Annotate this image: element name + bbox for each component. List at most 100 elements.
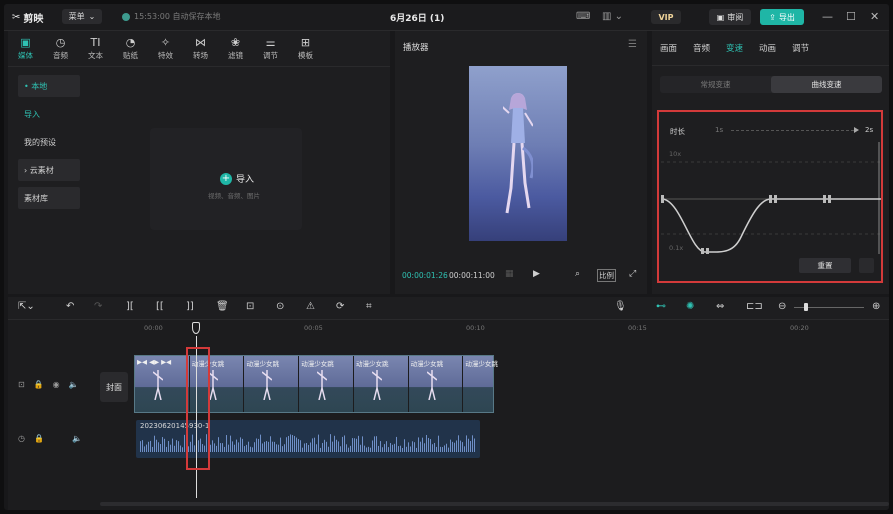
split-right-icon[interactable]: ]] bbox=[186, 301, 194, 312]
clip-segment[interactable]: 动漫少女跳 bbox=[353, 356, 409, 412]
crop-icon[interactable]: ⌗ bbox=[366, 301, 372, 312]
tab-filter[interactable]: ❀ 滤镜 bbox=[218, 31, 253, 66]
export-icon: ⇪ bbox=[769, 12, 776, 22]
volume-icon[interactable]: 🔈 bbox=[72, 434, 82, 443]
select-cursor-icon[interactable]: ⇱⌄ bbox=[18, 301, 35, 312]
waveform-bar bbox=[252, 447, 253, 452]
duration-slider[interactable] bbox=[731, 130, 854, 131]
preview-axis-icon[interactable]: ⊏⊐ bbox=[746, 301, 763, 312]
speed-curve[interactable] bbox=[661, 142, 881, 254]
reverse-icon[interactable]: ⊙ bbox=[276, 301, 284, 312]
close-icon[interactable]: ✕ bbox=[870, 10, 879, 23]
tab-speed[interactable]: 变速 bbox=[718, 31, 751, 65]
zoom-in-icon[interactable]: ⊕ bbox=[872, 301, 880, 312]
media-side-nav: • 本地 导入 我的预设 › 云素材 素材库 bbox=[18, 75, 80, 215]
waveform-bar bbox=[154, 435, 155, 452]
volume-icon[interactable]: 🔈 bbox=[69, 380, 79, 389]
waveform-bar bbox=[434, 442, 435, 452]
tab-animation[interactable]: 动画 bbox=[751, 31, 784, 65]
time-ruler[interactable]: 00:00 00:05 00:10 00:15 00:20 bbox=[100, 320, 889, 336]
lock-icon[interactable]: 🔒 bbox=[34, 434, 44, 443]
audio-icon: ◷ bbox=[55, 35, 66, 49]
tab-transition[interactable]: ⋈ 转场 bbox=[183, 31, 218, 66]
cover-button[interactable]: 封面 bbox=[100, 372, 128, 402]
split-icon[interactable]: ][ bbox=[126, 301, 134, 312]
waveform-bar bbox=[140, 441, 141, 452]
waveform-bar bbox=[282, 446, 283, 452]
import-button[interactable]: + 导入 bbox=[220, 172, 254, 185]
redo-icon[interactable]: ↷ bbox=[94, 301, 102, 312]
vip-badge[interactable]: VIP bbox=[651, 10, 681, 24]
zoom-slider-handle[interactable] bbox=[804, 303, 808, 311]
curve-speed-option[interactable]: 曲线变速 bbox=[771, 76, 882, 93]
tab-adjust-props[interactable]: 调节 bbox=[784, 31, 817, 65]
clip-segment[interactable]: 动漫少女跳 bbox=[244, 356, 300, 412]
grid-icon[interactable]: ▦ bbox=[505, 269, 514, 279]
microphone-icon[interactable]: 🎙 bbox=[614, 301, 627, 312]
tab-audio[interactable]: ◷ 音频 bbox=[43, 31, 78, 66]
tab-audio-props[interactable]: 音频 bbox=[685, 31, 718, 65]
eye-icon[interactable]: ◉ bbox=[53, 380, 60, 389]
review-button[interactable]: ▣ 审阅 bbox=[709, 9, 751, 25]
keyframe-button[interactable] bbox=[859, 258, 874, 273]
tab-label: 媒体 bbox=[18, 50, 33, 60]
sticker-icon: ◔ bbox=[125, 35, 136, 49]
nav-library[interactable]: 素材库 bbox=[18, 187, 80, 209]
split-left-icon[interactable]: [[ bbox=[156, 301, 164, 312]
maximize-icon[interactable]: ☐ bbox=[846, 10, 856, 23]
clip-segment[interactable]: 动漫少女跳 bbox=[299, 356, 354, 412]
fullscreen-icon[interactable]: ⤢ bbox=[629, 269, 636, 279]
mirror-icon[interactable]: ⚠ bbox=[306, 301, 315, 312]
waveform-bar bbox=[176, 440, 177, 452]
undo-icon[interactable]: ↶ bbox=[66, 301, 74, 312]
video-preview bbox=[469, 66, 567, 241]
lock-icon[interactable]: 🔒 bbox=[34, 380, 44, 389]
waveform-bar bbox=[360, 444, 361, 452]
horizontal-scrollbar[interactable] bbox=[100, 502, 889, 506]
tab-text[interactable]: TI 文本 bbox=[78, 31, 113, 66]
clip-segment[interactable]: 动漫少女跳 bbox=[463, 356, 498, 412]
tab-template[interactable]: ⊞ 模板 bbox=[288, 31, 323, 66]
main-track-magnet-icon[interactable]: ⊷ bbox=[656, 301, 666, 312]
reset-button[interactable]: 重置 bbox=[799, 258, 851, 273]
curve-point[interactable] bbox=[661, 195, 831, 254]
clip-segment[interactable]: ▶◀ ◀▶ ▶◀ bbox=[135, 356, 190, 412]
normal-speed-option[interactable]: 常规变速 bbox=[660, 76, 771, 93]
nav-cloud[interactable]: › 云素材 bbox=[18, 159, 80, 181]
tab-adjust[interactable]: ⚌ 调节 bbox=[253, 31, 288, 66]
app-window: ✂ 剪映 菜单 ⌄ 15:53:00 自动保存本地 6月26日 (1) ⌨ ▥ … bbox=[4, 4, 889, 510]
rotate-icon[interactable]: ⟳ bbox=[336, 301, 344, 312]
freeze-icon[interactable]: ⊡ bbox=[246, 301, 254, 312]
auto-snap-icon[interactable]: ✺ bbox=[686, 301, 694, 312]
waveform-bar bbox=[466, 435, 467, 452]
nav-local[interactable]: • 本地 bbox=[18, 75, 80, 97]
tab-effects[interactable]: ✧ 特效 bbox=[148, 31, 183, 66]
export-button[interactable]: ⇪ 导出 bbox=[760, 9, 804, 25]
tab-sticker[interactable]: ◔ 贴纸 bbox=[113, 31, 148, 66]
playhead-handle[interactable] bbox=[192, 322, 200, 334]
clip-segment[interactable]: 动漫少女跳 bbox=[408, 356, 464, 412]
waveform-bar bbox=[442, 447, 443, 452]
minimize-icon[interactable]: — bbox=[822, 10, 833, 23]
menu-button[interactable]: 菜单 ⌄ bbox=[62, 9, 102, 24]
zoom-fit-icon[interactable]: ⌕ bbox=[575, 269, 580, 279]
zoom-out-icon[interactable]: ⊖ bbox=[778, 301, 786, 312]
play-icon[interactable]: ▶ bbox=[533, 269, 540, 279]
delete-icon[interactable]: 🗑 bbox=[216, 301, 229, 312]
duration-slider-handle[interactable] bbox=[854, 127, 859, 133]
import-dropzone[interactable]: + 导入 视频、音频、图片 bbox=[150, 128, 302, 230]
capcut-logo-icon: ✂ bbox=[12, 12, 21, 23]
waveform-bar bbox=[266, 441, 267, 452]
layout-icon[interactable]: ▥ ⌄ bbox=[602, 11, 623, 22]
tab-picture[interactable]: 画面 bbox=[652, 31, 685, 65]
link-icon[interactable]: ⇔ bbox=[716, 301, 724, 312]
keyboard-icon[interactable]: ⌨ bbox=[576, 11, 590, 22]
waveform-bar bbox=[344, 435, 345, 452]
nav-import[interactable]: 导入 bbox=[18, 103, 80, 125]
character-figure bbox=[503, 93, 533, 214]
waveform-bar bbox=[370, 447, 371, 452]
hamburger-icon[interactable]: ☰ bbox=[628, 39, 637, 50]
ratio-button[interactable]: 比例 bbox=[597, 269, 616, 282]
tab-media[interactable]: ▣ 媒体 bbox=[8, 31, 43, 66]
nav-presets[interactable]: 我的预设 bbox=[18, 131, 80, 153]
